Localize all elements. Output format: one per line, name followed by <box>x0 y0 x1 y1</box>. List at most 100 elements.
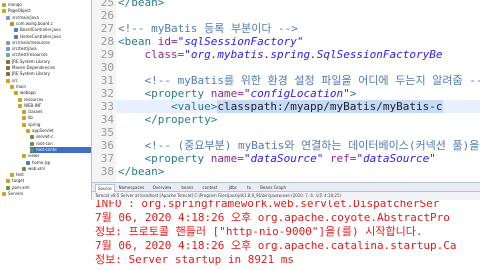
file-icon <box>30 141 34 146</box>
tree-item-label: src/main/resources <box>12 39 50 45</box>
file-icon <box>2 9 6 14</box>
tree-item[interactable]: src <box>6 77 91 84</box>
tab-beans-graph[interactable]: Beans Graph <box>260 184 286 192</box>
tab-beans[interactable]: beans <box>181 184 193 192</box>
code-token: > <box>349 87 357 100</box>
tree-item[interactable]: root-conte <box>30 146 91 153</box>
code-token: "sqlSessionFactory" <box>177 35 304 48</box>
tree-item[interactable]: root-con <box>30 141 91 147</box>
tree-item[interactable]: target <box>6 178 91 184</box>
file-icon <box>10 173 14 178</box>
tree-item-label: pom.xml <box>12 184 30 190</box>
tree-item[interactable]: servlet-c <box>30 134 91 140</box>
line-number: 26 <box>100 9 114 22</box>
code-line[interactable]: <!-- myBatis 등록 부분이다 --> <box>118 22 298 35</box>
tree-item-label: mongo <box>8 2 22 7</box>
tree-item[interactable]: spring <box>22 122 91 128</box>
tree-item[interactable]: resources <box>18 96 91 103</box>
code-line[interactable]: </property> <box>118 113 217 126</box>
tab-context[interactable]: context <box>202 184 217 192</box>
file-icon <box>6 15 10 20</box>
tree-item-label: WEB-INF <box>24 102 42 108</box>
tree-item[interactable]: home.jsp <box>26 160 91 166</box>
tree-item-label: resources <box>24 96 44 102</box>
tree-item[interactable]: com.wang.board.c <box>10 20 91 27</box>
tab-overview[interactable]: Overview <box>153 184 172 192</box>
tree-item-label: BoardController.java <box>20 27 61 33</box>
tree-item[interactable]: JRE System Library <box>6 59 91 65</box>
tab-tx[interactable]: tx <box>247 184 251 192</box>
console-line: 7월 06, 2020 4:18:26 오후 org.apache.catali… <box>95 239 457 252</box>
code-token: name= <box>210 152 244 165</box>
tree-item[interactable]: classes <box>22 109 91 115</box>
tree-item[interactable]: src/main/java <box>6 15 91 21</box>
tree-item-label: Maven Dependencies <box>12 65 56 70</box>
tree-item-label: JRE System Library <box>12 71 50 77</box>
code-token: "org.mybatis.spring.SqlSessionFactoryBe <box>184 48 443 61</box>
code-editor[interactable]: 25 </bean> 26 27 <!-- myBatis 등록 부분이다 --> 28 <… <box>92 0 480 182</box>
tree-item[interactable]: PageObject <box>2 8 91 14</box>
code-token: </property> <box>118 113 218 126</box>
tree-item[interactable]: lib <box>22 115 91 121</box>
line-number: 29 <box>100 48 114 61</box>
line-number: 33 <box>100 100 114 113</box>
code-line[interactable]: <bean id="sqlSessionFactory" <box>118 35 303 48</box>
editor-tabs: Source Namespaces Overview beans context jdbc… <box>92 182 480 192</box>
console-output[interactable]: INFO : org.springframework.web.servlet.D… <box>92 200 480 270</box>
code-line[interactable]: <!-- myBatis를 위한 환경 설정 파일을 어디에 두는지 알려줌 -… <box>118 74 480 87</box>
tree-item[interactable]: WEB-INF <box>18 102 91 109</box>
code-line[interactable]: <!-- (중요부분) myBatis와 연결하는 데이터베이스(커넥션 풀)을… <box>118 139 480 152</box>
code-line[interactable]: <value>classpath:/myapp/myBatis/myBatis-… <box>118 100 443 113</box>
console-header: Tomcat v8.5 Server at localhost [Apache … <box>92 192 480 200</box>
tree-item-label: HomeController.java <box>20 33 61 39</box>
tree-item[interactable]: Maven Dependencies <box>6 65 91 71</box>
code-token: classpath:/myapp/myBatis/myBatis-c <box>217 100 443 113</box>
code-line[interactable]: <property name="configLocation"> <box>118 87 356 100</box>
tree-item[interactable]: src/main/resources <box>6 39 91 46</box>
tree-item-label: PageObject <box>8 8 31 14</box>
tree-item[interactable]: webapp <box>14 90 91 96</box>
tree-item[interactable]: src/test/java <box>6 46 91 52</box>
tree-item-label: lib <box>28 115 33 121</box>
code-line[interactable]: </bean> <box>118 165 164 178</box>
line-number: 36 <box>100 139 114 152</box>
tree-item[interactable]: src/test/resources <box>6 52 91 58</box>
code-token: <property <box>118 87 211 100</box>
code-token: <bean <box>118 35 158 48</box>
tree-item-label: appServlet <box>32 128 54 133</box>
code-line[interactable]: class="org.mybatis.spring.SqlSessionFact… <box>118 48 443 61</box>
file-icon <box>6 72 10 77</box>
tree-item[interactable]: web.xml <box>22 166 91 172</box>
line-number: 32 <box>100 87 114 100</box>
line-number: 27 <box>100 22 114 35</box>
code-line[interactable]: <property name="dataSource" ref="dataSou… <box>118 152 435 165</box>
line-number: 35 <box>100 126 114 139</box>
file-icon <box>6 66 10 70</box>
tab-source[interactable]: Source <box>95 184 115 192</box>
code-token: id= <box>157 35 178 48</box>
console-line: 7월 06, 2020 4:18:26 오후 org.apache.coyote… <box>95 211 450 224</box>
file-icon <box>6 53 10 58</box>
tree-item[interactable]: BoardController.java <box>14 27 91 33</box>
file-icon <box>26 160 30 165</box>
tree-item-label: src <box>12 77 18 83</box>
file-icon <box>26 129 30 133</box>
tab-jdbc[interactable]: jdbc <box>229 184 237 192</box>
tree-item[interactable]: HomeController.java <box>14 33 91 40</box>
tree-item[interactable]: mongo <box>2 2 91 8</box>
tree-item[interactable]: appServlet <box>26 128 91 134</box>
code-token: "configLocation" <box>243 87 350 100</box>
tree-item[interactable]: views <box>22 153 91 159</box>
tree-item[interactable]: test <box>10 172 91 178</box>
tree-item[interactable]: JRE System Library <box>6 71 91 77</box>
tab-namespaces[interactable]: Namespaces <box>119 184 145 192</box>
console-line: 정보: 프로토콜 핸들러 ["http-nio-9000"]을(를) 시작합니다… <box>95 225 423 238</box>
console-line: 정보: Server startup in 8921 ms <box>95 253 295 266</box>
tree-item[interactable]: main <box>10 84 91 90</box>
tree-item-label: com.wang.board.c <box>16 20 53 26</box>
tree-item-label: views <box>28 153 40 159</box>
tree-item-label: Servers <box>8 191 24 196</box>
tree-item[interactable]: pom.xml <box>6 184 91 191</box>
code-line[interactable]: </bean> <box>118 0 164 9</box>
tree-item[interactable]: Servers <box>2 191 91 197</box>
